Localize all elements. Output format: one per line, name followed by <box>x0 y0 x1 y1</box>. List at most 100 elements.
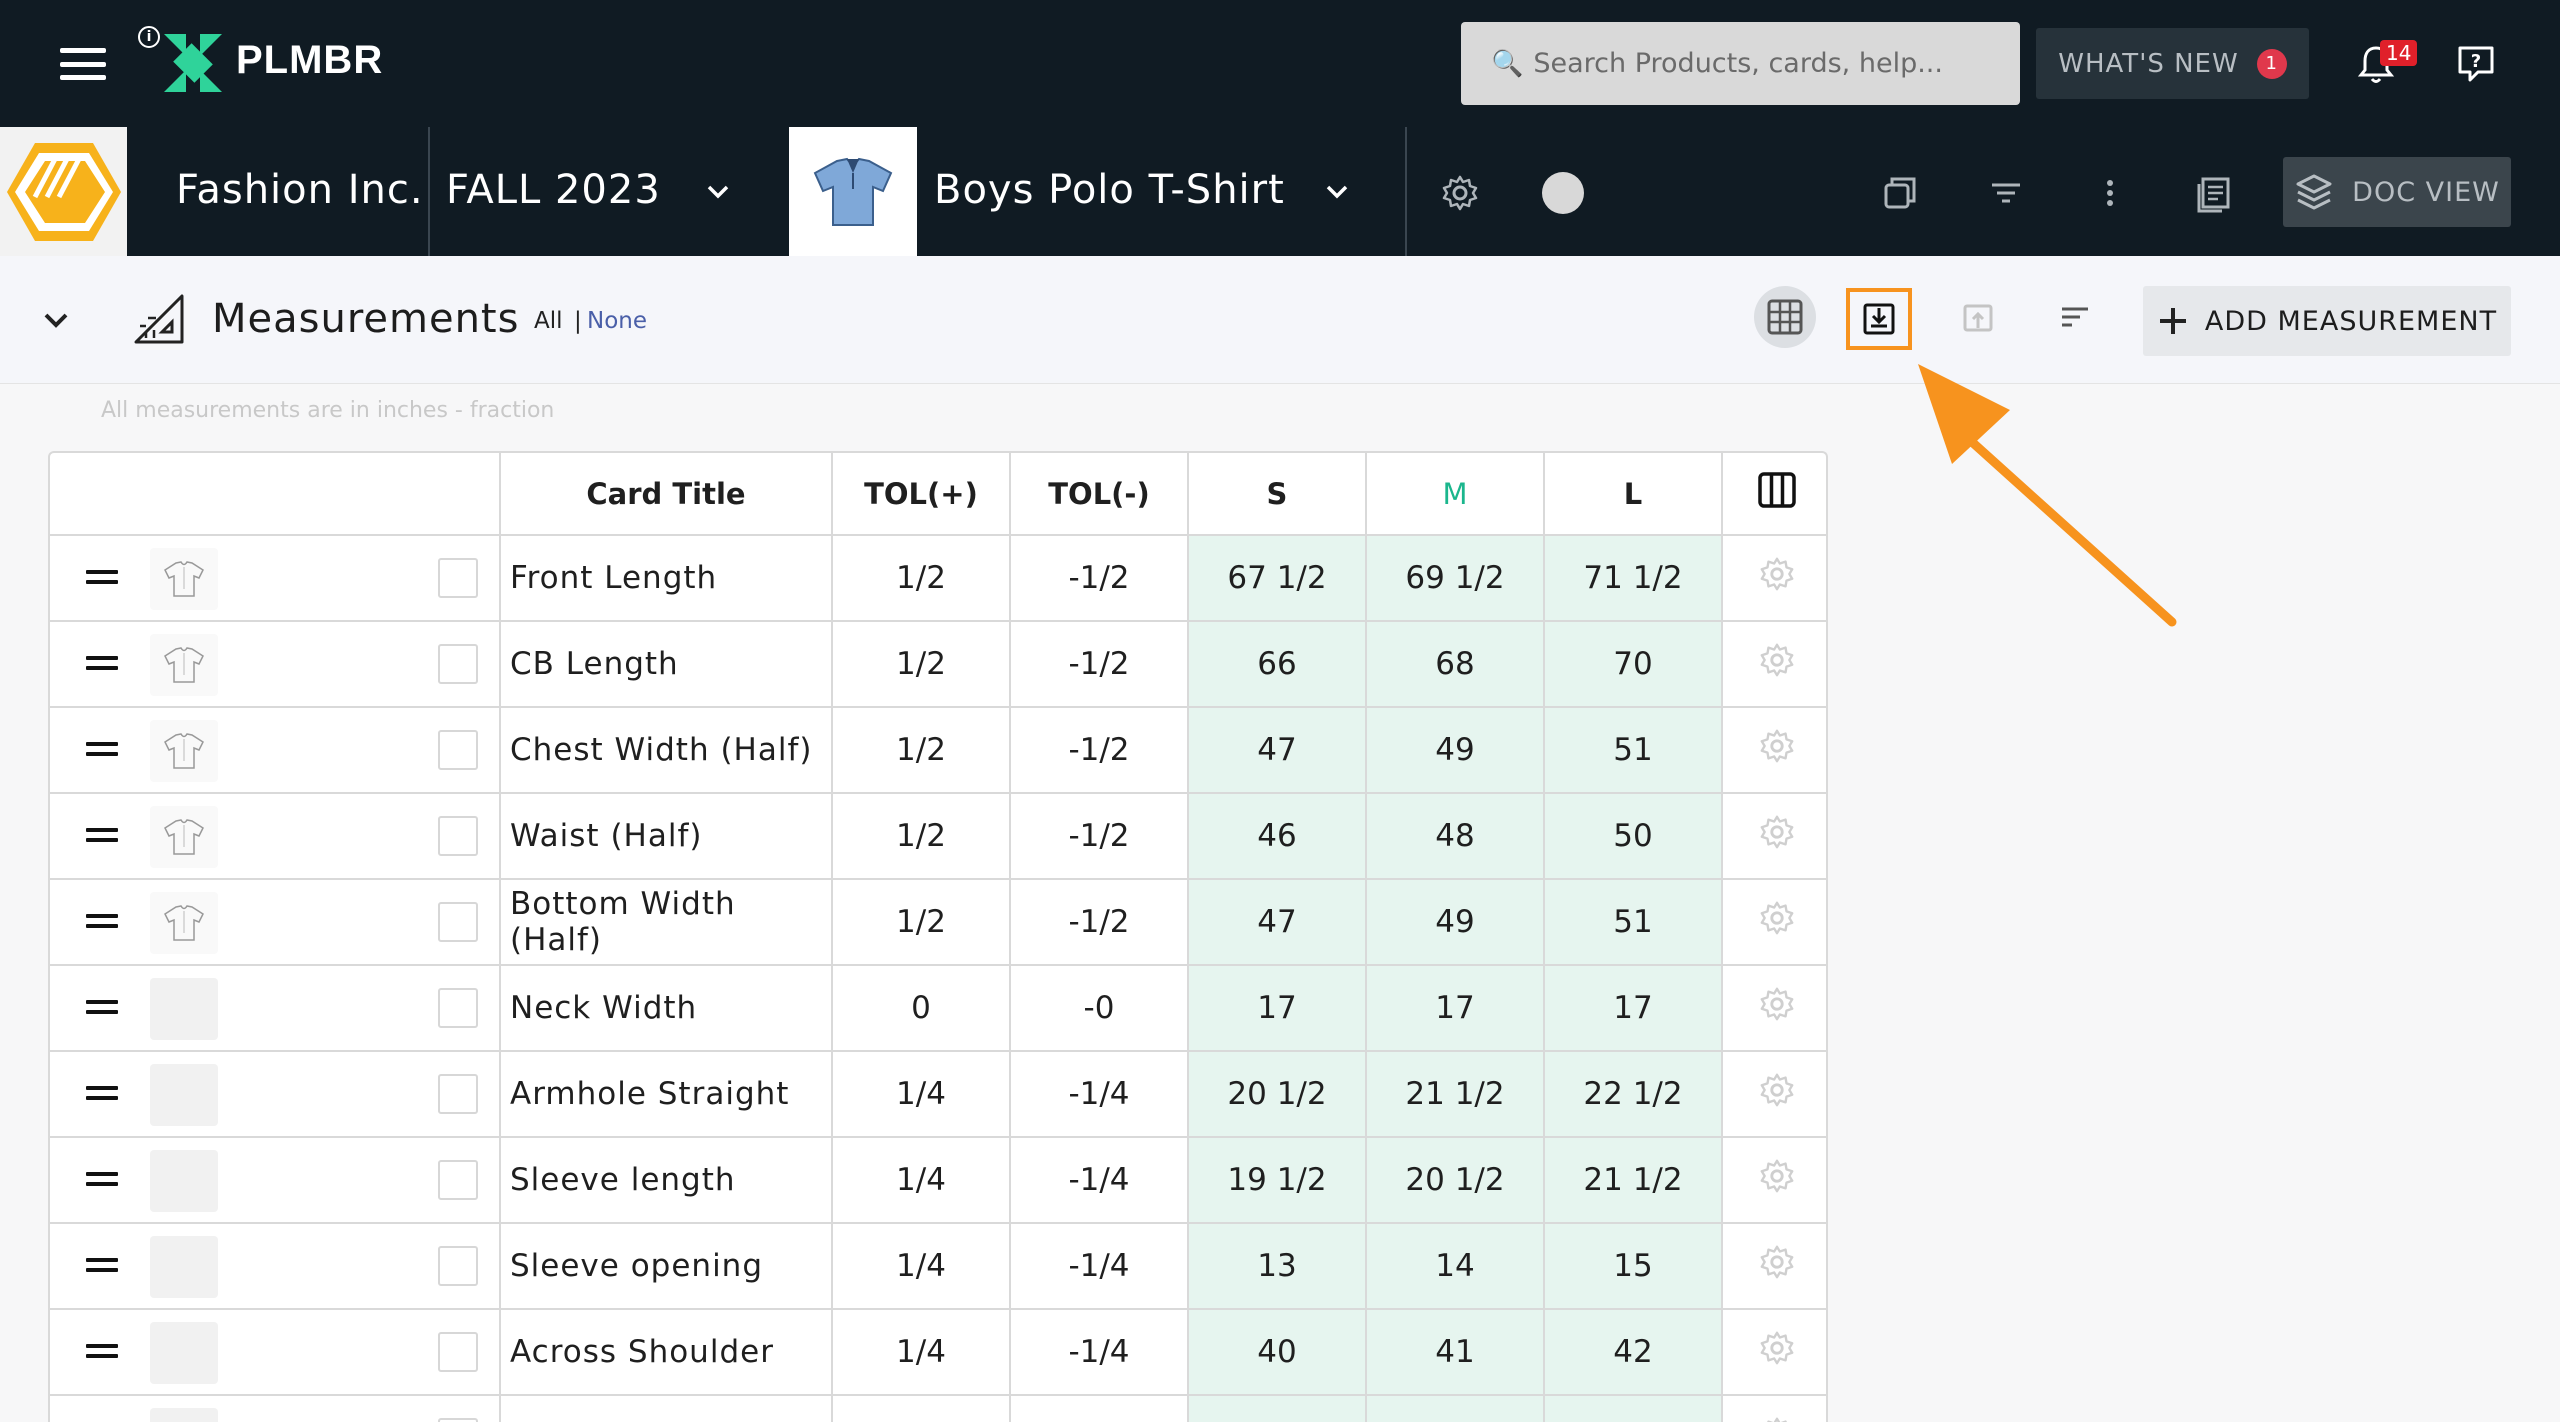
drag-handle-icon[interactable] <box>86 1344 118 1358</box>
row-settings-button[interactable] <box>1721 792 1826 880</box>
tol-plus-cell[interactable]: 1/4 <box>831 1050 1011 1138</box>
tol-minus-cell[interactable]: -1/2 <box>1009 534 1189 622</box>
tol-minus-cell[interactable]: -1/2 <box>1009 792 1189 880</box>
table-row[interactable]: CB Length 1/2 -1/2 66 68 70 <box>50 620 1826 708</box>
table-row[interactable]: Armhole Straight 1/4 -1/4 20 1/2 21 1/2 22 1/… <box>50 1050 1826 1138</box>
table-row[interactable] <box>50 1394 1826 1422</box>
size-l-cell[interactable]: 50 <box>1543 792 1723 880</box>
size-s-cell[interactable]: 40 <box>1187 1308 1367 1396</box>
measurement-thumbnail[interactable] <box>150 1150 218 1212</box>
copy-icon[interactable] <box>1880 173 1920 213</box>
drag-handle-icon[interactable] <box>86 656 118 670</box>
size-s-cell[interactable]: 17 <box>1187 964 1367 1052</box>
size-l-cell[interactable]: 17 <box>1543 964 1723 1052</box>
tol-plus-cell[interactable]: 1/4 <box>831 1222 1011 1310</box>
row-checkbox[interactable] <box>438 988 478 1028</box>
tol-plus-cell[interactable]: 1/2 <box>831 878 1011 966</box>
row-checkbox[interactable] <box>438 644 478 684</box>
table-row[interactable]: Chest Width (Half) 1/2 -1/2 47 49 51 <box>50 706 1826 794</box>
header-size-s[interactable]: S <box>1187 453 1367 536</box>
tol-minus-cell[interactable]: -0 <box>1009 964 1189 1052</box>
row-settings-button[interactable] <box>1721 706 1826 794</box>
status-toggle[interactable] <box>1542 172 1584 214</box>
size-m-cell[interactable]: 49 <box>1365 706 1545 794</box>
size-s-cell[interactable]: 66 <box>1187 620 1367 708</box>
header-card-title[interactable]: Card Title <box>499 453 833 536</box>
size-l-cell[interactable]: 15 <box>1543 1222 1723 1310</box>
header-tol-plus[interactable]: TOL(+) <box>831 453 1011 536</box>
whats-new-button[interactable]: WHAT'S NEW 1 <box>2036 28 2309 99</box>
grid-view-button[interactable] <box>1754 286 1816 348</box>
tol-plus-cell[interactable]: 1/2 <box>831 620 1011 708</box>
size-s-cell[interactable]: 47 <box>1187 878 1367 966</box>
size-s-cell[interactable]: 67 1/2 <box>1187 534 1367 622</box>
export-button[interactable] <box>1846 288 1912 350</box>
drag-handle-icon[interactable] <box>86 1258 118 1272</box>
row-settings-button[interactable] <box>1721 878 1826 966</box>
measurement-thumbnail[interactable] <box>150 806 218 868</box>
size-m-cell[interactable]: 68 <box>1365 620 1545 708</box>
product-thumbnail[interactable] <box>789 127 917 256</box>
filter-icon[interactable] <box>1986 173 2026 213</box>
company-logo[interactable] <box>0 127 127 256</box>
size-s-cell[interactable]: 46 <box>1187 792 1367 880</box>
measurement-name[interactable]: Neck Width <box>499 964 833 1052</box>
header-tol-minus[interactable]: TOL(-) <box>1009 453 1189 536</box>
measurement-name[interactable]: CB Length <box>499 620 833 708</box>
row-settings-button[interactable] <box>1721 620 1826 708</box>
size-s-cell[interactable] <box>1187 1394 1367 1422</box>
add-measurement-button[interactable]: ADD MEASUREMENT <box>2143 286 2511 356</box>
table-row[interactable]: Waist (Half) 1/2 -1/2 46 48 50 <box>50 792 1826 880</box>
size-l-cell[interactable] <box>1543 1394 1723 1422</box>
measurement-name[interactable]: Sleeve opening <box>499 1222 833 1310</box>
drag-handle-icon[interactable] <box>86 914 118 928</box>
row-settings-button[interactable] <box>1721 1394 1826 1422</box>
filter-all-link[interactable]: All <box>534 308 563 334</box>
tol-plus-cell[interactable]: 1/2 <box>831 534 1011 622</box>
measurement-name[interactable]: Front Length <box>499 534 833 622</box>
columns-settings[interactable] <box>1721 453 1826 536</box>
size-s-cell[interactable]: 13 <box>1187 1222 1367 1310</box>
tol-minus-cell[interactable]: -1/4 <box>1009 1136 1189 1224</box>
row-checkbox[interactable] <box>438 816 478 856</box>
measurement-thumbnail[interactable] <box>150 978 218 1040</box>
size-m-cell[interactable]: 69 1/2 <box>1365 534 1545 622</box>
more-vertical-icon[interactable] <box>2090 173 2130 213</box>
row-checkbox[interactable] <box>438 902 478 942</box>
tol-plus-cell[interactable]: 1/4 <box>831 1308 1011 1396</box>
settings-gear-icon[interactable] <box>1440 173 1480 213</box>
search-box[interactable]: 🔍 <box>1461 22 2020 105</box>
tol-minus-cell[interactable]: -1/4 <box>1009 1222 1189 1310</box>
season-selector[interactable]: FALL 2023 <box>446 167 661 213</box>
tol-minus-cell[interactable]: -1/2 <box>1009 878 1189 966</box>
table-row[interactable]: Bottom Width (Half) 1/2 -1/2 47 49 51 <box>50 878 1826 966</box>
tol-minus-cell[interactable]: -1/2 <box>1009 706 1189 794</box>
help-chat-icon[interactable]: ? <box>2456 44 2496 84</box>
doc-view-button[interactable]: DOC VIEW <box>2283 157 2511 227</box>
size-m-cell[interactable]: 14 <box>1365 1222 1545 1310</box>
drag-handle-icon[interactable] <box>86 828 118 842</box>
measurement-thumbnail[interactable] <box>150 1236 218 1298</box>
measurement-name[interactable]: Chest Width (Half) <box>499 706 833 794</box>
measurement-thumbnail[interactable] <box>150 548 218 610</box>
size-s-cell[interactable]: 19 1/2 <box>1187 1136 1367 1224</box>
tol-plus-cell[interactable]: 1/2 <box>831 706 1011 794</box>
table-row[interactable]: Neck Width 0 -0 17 17 17 <box>50 964 1826 1052</box>
size-l-cell[interactable]: 22 1/2 <box>1543 1050 1723 1138</box>
document-list-icon[interactable] <box>2194 173 2234 213</box>
size-m-cell[interactable]: 17 <box>1365 964 1545 1052</box>
row-settings-button[interactable] <box>1721 1136 1826 1224</box>
size-l-cell[interactable]: 51 <box>1543 878 1723 966</box>
size-l-cell[interactable]: 71 1/2 <box>1543 534 1723 622</box>
tol-minus-cell[interactable]: -1/4 <box>1009 1050 1189 1138</box>
row-settings-button[interactable] <box>1721 1222 1826 1310</box>
drag-handle-icon[interactable] <box>86 1086 118 1100</box>
header-size-m[interactable]: M <box>1365 453 1545 536</box>
size-m-cell[interactable]: 21 1/2 <box>1365 1050 1545 1138</box>
row-settings-button[interactable] <box>1721 964 1826 1052</box>
measurement-thumbnail[interactable] <box>150 634 218 696</box>
tol-plus-cell[interactable] <box>831 1394 1011 1422</box>
row-checkbox[interactable] <box>438 730 478 770</box>
filter-none-link[interactable]: None <box>587 308 647 334</box>
measurement-thumbnail[interactable] <box>150 720 218 782</box>
